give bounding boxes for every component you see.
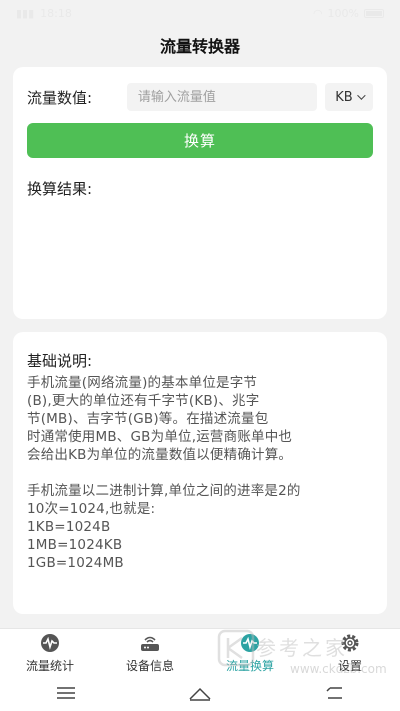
battery-icon (364, 8, 384, 18)
info-line: 会给出KB为单位的流量数值以便精确计算。 (27, 447, 293, 463)
converter-card: 流量数值: KB 换算 换算结果: (13, 67, 387, 319)
convert-button[interactable]: 换算 (27, 123, 373, 158)
back-icon[interactable] (324, 685, 344, 704)
tab-label: 设备信息 (125, 659, 174, 673)
info-line: 节(MB)、吉字节(GB)等。在描述流量包 (27, 411, 269, 427)
status-left: ▮▮▮ 18:18 (16, 7, 72, 20)
info-paragraph-1: 手机流量(网络流量)的基本单位是字节 (B),更大的单位还有千字节(KB)、兆字… (27, 374, 377, 464)
tab-label: 设置 (337, 659, 362, 673)
chevron-down-icon (356, 91, 366, 100)
unit-select[interactable]: KB (324, 83, 373, 111)
tab-flow-convert[interactable]: 流量换算 (200, 633, 300, 674)
info-line: (B),更大的单位还有千字节(KB)、兆字 (27, 393, 260, 409)
tab-label: 流量统计 (25, 659, 74, 673)
info-card: 基础说明: 手机流量(网络流量)的基本单位是字节 (B),更大的单位还有千字节(… (13, 332, 387, 614)
tab-settings[interactable]: 设置 (300, 633, 400, 674)
info-line: 1MB=1024KB (27, 537, 123, 553)
info-line: 1GB=1024MB (27, 555, 124, 571)
status-right: ◠ 100% (313, 7, 384, 20)
flow-value-label: 流量数值: (27, 88, 93, 107)
router-icon (138, 633, 162, 653)
info-line: 1KB=1024B (27, 519, 111, 535)
status-time: 18:18 (40, 6, 72, 20)
tab-device-info[interactable]: 设备信息 (100, 633, 200, 674)
tab-flow-stats[interactable]: 流量统计 (0, 633, 100, 674)
gear-icon (338, 633, 362, 653)
info-line: 时通常使用MB、GB为单位,运营商账单中也 (27, 429, 293, 445)
wifi-icon: ◠ (312, 6, 323, 20)
unit-select-value: KB (335, 89, 353, 105)
menu-icon[interactable] (56, 685, 76, 704)
battery-text: 100% (327, 6, 359, 20)
system-nav-bar (0, 678, 400, 711)
info-paragraph-2: 手机流量以二进制计算,单位之间的进率是2的 10次=1024,也就是: 1KB=… (27, 482, 377, 572)
result-label: 换算结果: (27, 180, 93, 198)
page-title: 流量转换器 (159, 37, 240, 56)
info-body: 手机流量(网络流量)的基本单位是字节 (B),更大的单位还有千字节(KB)、兆字… (27, 374, 377, 590)
input-row: 流量数值: KB (27, 83, 373, 111)
info-title: 基础说明: (27, 352, 93, 370)
signal-icon: ▮▮▮ (16, 6, 35, 20)
home-icon[interactable] (188, 685, 212, 705)
info-line: 10次=1024,也就是: (27, 501, 156, 517)
info-line: 手机流量以二进制计算,单位之间的进率是2的 (27, 483, 301, 499)
wave-icon (38, 633, 62, 653)
status-bar: ▮▮▮ 18:18 ◠ 100% (0, 0, 400, 26)
bottom-nav: 流量统计 设备信息 流量换算 设置 (0, 628, 400, 678)
flow-value-input[interactable] (126, 83, 317, 111)
wave-icon (238, 633, 262, 653)
info-line: 手机流量(网络流量)的基本单位是字节 (27, 375, 258, 391)
tab-label: 流量换算 (225, 659, 274, 673)
